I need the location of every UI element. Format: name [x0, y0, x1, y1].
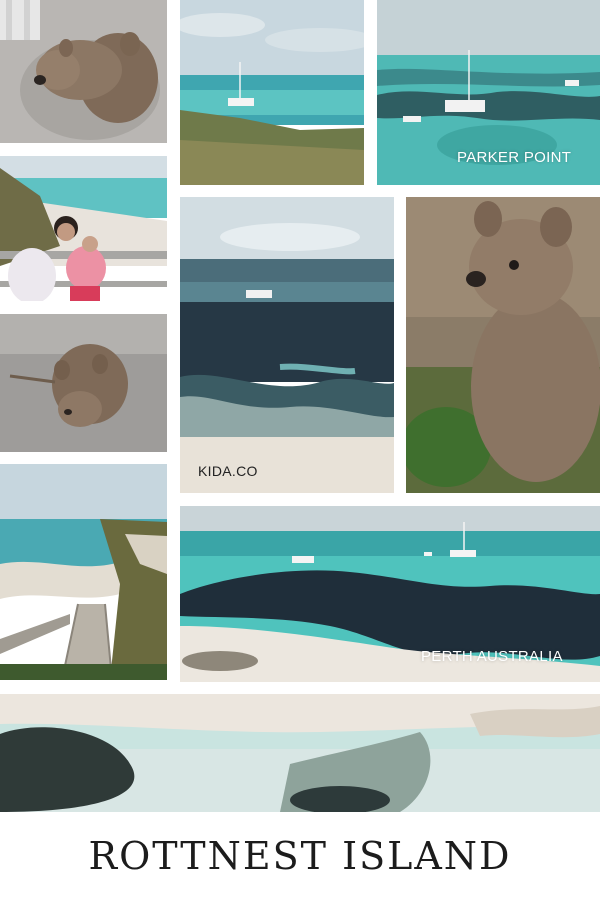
quokka-closeup-photo [406, 197, 600, 493]
kida-caption: KIDA.CO [198, 463, 258, 479]
perth-bay-reef-photo: PERTH AUSTRALIA [180, 506, 600, 682]
quokka-on-gravel-photo [0, 314, 167, 452]
page-title: ROTTNEST ISLAND [88, 834, 512, 878]
sailboat-bay-photo [180, 0, 364, 185]
mother-daughter-beach-photo [0, 156, 167, 301]
boat-reef-shore-photo: KIDA.CO [180, 197, 394, 493]
perth-caption: PERTH AUSTRALIA [421, 648, 563, 665]
parker-point-caption: PARKER POINT [457, 149, 572, 166]
parker-point-yachts-photo: PARKER POINT [377, 0, 600, 185]
quokka-pair-photo [0, 0, 167, 143]
boardwalk-beach-photo [0, 464, 167, 680]
aerial-shallows-photo [0, 694, 600, 812]
